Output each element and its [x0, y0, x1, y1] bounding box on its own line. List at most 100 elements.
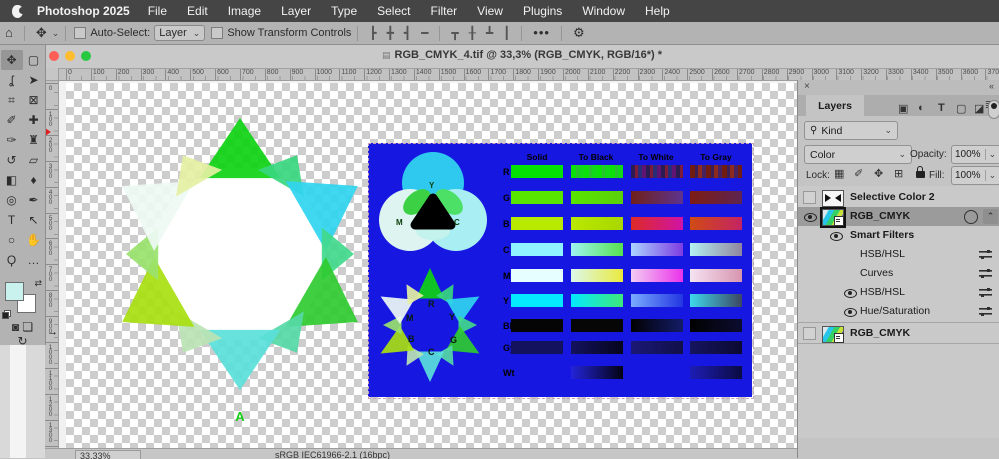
- blur-tool[interactable]: ♦: [23, 170, 45, 190]
- gradient-tool[interactable]: ◧: [1, 170, 23, 190]
- eyedropper-tool[interactable]: ✐: [1, 110, 23, 130]
- lock-transparency-icon[interactable]: ▦: [834, 167, 844, 180]
- align-middle-v-icon[interactable]: ╂: [464, 26, 481, 40]
- home-icon[interactable]: ⌂: [0, 22, 18, 44]
- foreground-color-swatch[interactable]: [5, 282, 24, 301]
- collapse-smart-filters-chevron[interactable]: ⌃: [983, 209, 998, 224]
- menu-filter[interactable]: Filter: [420, 4, 467, 18]
- distribute-h-icon[interactable]: ━: [416, 26, 433, 40]
- close-panel-icon[interactable]: ×: [804, 81, 810, 92]
- layers-tab[interactable]: Layers: [806, 95, 864, 116]
- visibility-checkbox[interactable]: [803, 327, 816, 340]
- align-right-icon[interactable]: ┫: [399, 26, 416, 40]
- clone-stamp-tool[interactable]: ♜: [23, 130, 45, 150]
- edit-toolbar-icon[interactable]: ↻: [17, 334, 27, 348]
- path-selection-tool[interactable]: ↖: [23, 210, 45, 230]
- filter-toggle-switch[interactable]: [988, 100, 999, 119]
- history-brush-tool[interactable]: ↺: [1, 150, 23, 170]
- object-selection-tool[interactable]: ➤: [23, 70, 45, 90]
- filter-options-icon[interactable]: [979, 307, 992, 316]
- eraser-tool[interactable]: ▱: [23, 150, 45, 170]
- lock-position-icon[interactable]: ✥: [874, 167, 883, 180]
- align-center-h-icon[interactable]: ╋: [382, 26, 399, 40]
- layer-row-rgb-cmyk-bottom[interactable]: RGB_CMYK: [798, 324, 999, 343]
- layer-thumbnail[interactable]: [822, 326, 844, 343]
- move-tool-icon[interactable]: ✥: [31, 22, 52, 44]
- blend-mode-dropdown[interactable]: Color ⌄: [804, 145, 912, 164]
- distribute-v-icon[interactable]: ┃: [498, 26, 515, 40]
- canvas-area[interactable]: [58, 80, 797, 448]
- filter-shape-layers-icon[interactable]: ▢: [956, 102, 966, 115]
- filter-options-icon[interactable]: [979, 288, 992, 297]
- filter-row-hsb-hsl-1[interactable]: HSB/HSL: [798, 245, 999, 264]
- quick-mask-icon[interactable]: ◙: [12, 320, 19, 334]
- crop-tool[interactable]: ⌗: [1, 90, 23, 110]
- type-tool[interactable]: T: [1, 210, 23, 230]
- frame-tool[interactable]: ⊠: [23, 90, 45, 110]
- menu-image[interactable]: Image: [218, 4, 271, 18]
- filter-options-icon[interactable]: [979, 250, 992, 259]
- swap-colors-icon[interactable]: ⇄: [34, 278, 42, 289]
- lock-artboard-icon[interactable]: ⊞: [894, 167, 903, 180]
- document-title-bar[interactable]: ▤RGB_CMYK_4.tif @ 33,3% (RGB_CMYK, RGB/1…: [45, 44, 999, 69]
- tool-preset-chevron-icon[interactable]: ⌄: [52, 28, 60, 39]
- menu-app-name[interactable]: Photoshop 2025: [37, 4, 130, 18]
- filter-smart-objects-icon[interactable]: ◪: [974, 102, 984, 115]
- filter-row-hsb-hsl-2[interactable]: HSB/HSL: [798, 283, 999, 302]
- layer-row-rgb-cmyk-selected[interactable]: RGB_CMYK ⌃: [798, 207, 999, 226]
- align-left-icon[interactable]: ┣: [364, 26, 381, 40]
- smart-object-thumbnail[interactable]: [822, 209, 844, 226]
- ruler-origin-corner[interactable]: [45, 68, 59, 81]
- menu-help[interactable]: Help: [635, 4, 680, 18]
- filter-pixel-layers-icon[interactable]: ▣: [898, 102, 908, 115]
- move-tool[interactable]: ✥: [1, 50, 23, 70]
- show-transform-checkbox[interactable]: [211, 27, 223, 39]
- lasso-tool[interactable]: ʆ: [1, 70, 23, 90]
- lock-all-icon[interactable]: [916, 171, 925, 178]
- filter-row-curves[interactable]: Curves: [798, 264, 999, 283]
- menu-layer[interactable]: Layer: [271, 4, 321, 18]
- rectangular-marquee-tool[interactable]: ▢: [23, 50, 45, 70]
- pen-tool[interactable]: ✒: [23, 190, 45, 210]
- layer-row-selective-color-2[interactable]: Selective Color 2: [798, 188, 999, 207]
- visibility-checkbox[interactable]: [803, 191, 816, 204]
- lock-pixels-icon[interactable]: ✐: [854, 167, 863, 180]
- hand-tool[interactable]: ✋: [23, 230, 45, 250]
- filter-type-layers-icon[interactable]: T: [938, 102, 945, 114]
- edit-toolbar[interactable]: …: [23, 250, 45, 270]
- menu-select[interactable]: Select: [367, 4, 420, 18]
- zoom-tool[interactable]: Ϙ: [1, 250, 23, 270]
- apple-logo-icon[interactable]: [12, 5, 23, 18]
- menu-view[interactable]: View: [467, 4, 513, 18]
- menu-file[interactable]: File: [138, 4, 177, 18]
- more-align-options-button[interactable]: •••: [528, 22, 555, 44]
- filter-options-icon[interactable]: [979, 269, 992, 278]
- eye-icon[interactable]: [830, 232, 843, 241]
- eye-icon[interactable]: [844, 289, 857, 298]
- smart-filter-mask-icon[interactable]: [964, 210, 978, 224]
- eye-icon[interactable]: [804, 213, 817, 222]
- smart-filters-row[interactable]: Smart Filters: [798, 226, 999, 245]
- auto-select-target-dropdown[interactable]: Layer ⌄: [154, 25, 205, 41]
- screen-mode-icon[interactable]: ❏: [22, 320, 33, 334]
- menu-plugins[interactable]: Plugins: [513, 4, 572, 18]
- dodge-tool[interactable]: ◎: [1, 190, 23, 210]
- fill-input[interactable]: 100% ⌄: [951, 166, 999, 185]
- menu-edit[interactable]: Edit: [177, 4, 218, 18]
- filter-adjustment-layers-icon[interactable]: ◐: [918, 102, 925, 114]
- align-top-icon[interactable]: ┳: [446, 26, 463, 40]
- ellipse-tool[interactable]: ○: [1, 230, 23, 250]
- layer-filter-kind-dropdown[interactable]: ⚲ Kind ⌄: [804, 121, 898, 140]
- brush-tool[interactable]: ✑: [1, 130, 23, 150]
- adjustment-layer-thumbnail[interactable]: [822, 190, 844, 207]
- collapse-panel-icon[interactable]: «: [989, 81, 994, 91]
- default-colors-icon[interactable]: [2, 310, 11, 319]
- menu-window[interactable]: Window: [572, 4, 635, 18]
- auto-select-checkbox[interactable]: [74, 27, 86, 39]
- eye-icon[interactable]: [844, 308, 857, 317]
- workspace-settings-gear-icon[interactable]: ⚙: [568, 22, 590, 44]
- align-bottom-icon[interactable]: ┻: [481, 26, 498, 40]
- filter-row-hue-saturation[interactable]: Hue/Saturation: [798, 302, 999, 321]
- healing-brush-tool[interactable]: ✚: [23, 110, 45, 130]
- opacity-input[interactable]: 100% ⌄: [951, 145, 999, 164]
